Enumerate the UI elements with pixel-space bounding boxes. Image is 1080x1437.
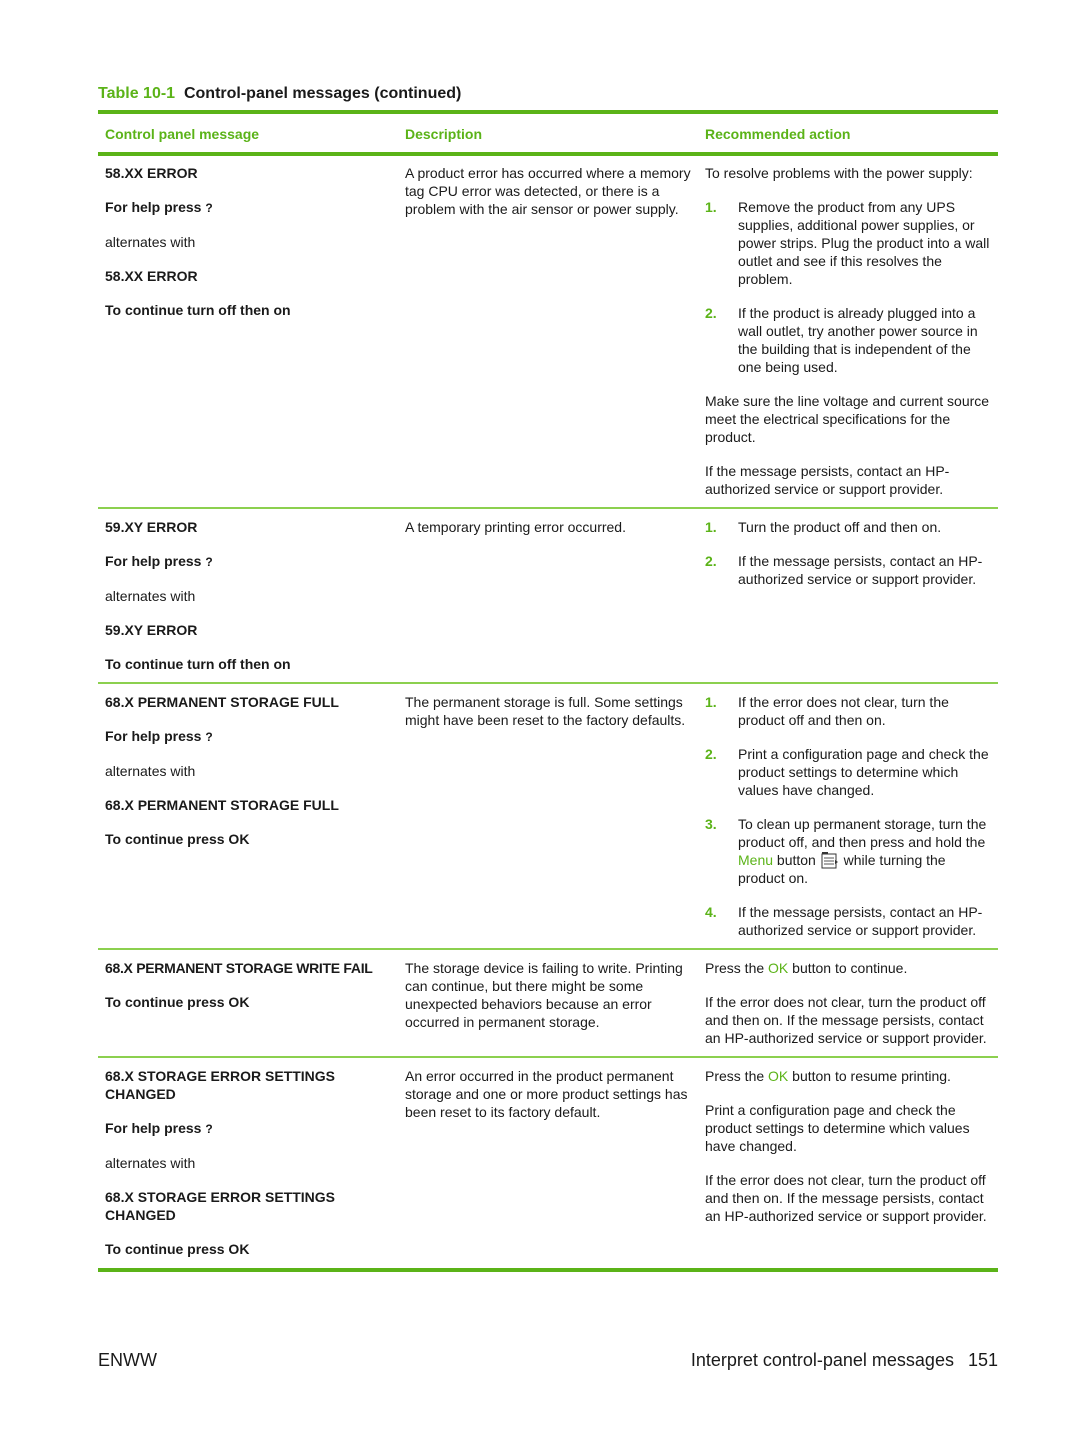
table-row: 59.XY ERROR For help press ? alternates … — [98, 507, 998, 683]
message-line: To continue turn off then on — [105, 302, 291, 318]
message-cell: 59.XY ERROR For help press ? alternates … — [98, 507, 398, 683]
message-line: 59.XY ERROR — [105, 519, 198, 535]
description-cell: An error occurred in the product permane… — [398, 1056, 698, 1272]
message-line: To continue press OK — [105, 1241, 250, 1257]
action-step: 2. Print a configuration page and check t… — [705, 746, 989, 798]
table-row: 58.XX ERROR For help press ? alternates … — [98, 154, 998, 508]
footer-section: Interpret control-panel messages 151 — [691, 1350, 998, 1371]
message-line: 59.XY ERROR — [105, 622, 198, 638]
message-line: To continue press OK — [105, 831, 250, 847]
action-paragraph: If the error does not clear, turn the pr… — [705, 994, 987, 1046]
table-title: Control-panel messages (continued) — [183, 85, 462, 102]
help-key-icon: ? — [205, 730, 213, 744]
message-line: 68.X PERMANENT STORAGE FULL — [105, 797, 339, 813]
table-row: 68.X PERMANENT STORAGE FULL For help pre… — [98, 682, 998, 949]
action-paragraph: If the message persists, contact an HP-a… — [705, 463, 950, 497]
column-header-message: Control panel message — [98, 110, 398, 156]
message-line: alternates with — [105, 1155, 196, 1171]
action-step: 2. If the product is already plugged into… — [705, 305, 978, 375]
action-steps: 1. Turn the product off and then on. 2. If… — [705, 518, 991, 588]
message-line: alternates with — [105, 763, 196, 779]
action-cell: 1. If the error does not clear, turn the … — [698, 682, 998, 949]
description-cell: The permanent storage is full. Some sett… — [398, 682, 698, 949]
description-cell: A product error has occurred where a mem… — [405, 165, 691, 217]
action-step: 1. Remove the product from any UPS suppli… — [705, 199, 990, 287]
help-key-icon: ? — [205, 201, 213, 215]
action-steps: 1. If the error does not clear, turn the … — [705, 693, 991, 939]
document-page: Table 10-1 Control-panel messages (conti… — [98, 84, 998, 1272]
message-line: alternates with — [105, 588, 196, 604]
action-paragraph: Make sure the line voltage and current s… — [705, 393, 990, 445]
action-cell: Press the OK button to resume printing. … — [698, 1056, 998, 1272]
help-key-icon: ? — [205, 555, 213, 569]
page-number: 151 — [967, 1350, 998, 1370]
control-panel-messages-table: Control panel message Description Recomm… — [98, 110, 998, 1272]
action-paragraph: Print a configuration page and check the… — [705, 1102, 970, 1154]
message-line: For help press ? — [105, 1120, 213, 1136]
message-line: 68.X PERMANENT STORAGE FULL — [105, 694, 339, 710]
message-line: 68.X PERMANENT STORAGE WRITE FAIL — [105, 960, 373, 976]
description-cell: A temporary printing error occurred. — [398, 507, 698, 683]
ok-button-link[interactable]: OK — [768, 1068, 788, 1084]
message-line: For help press ? — [105, 553, 213, 569]
action-step: 1. If the error does not clear, turn the … — [705, 694, 949, 728]
footer-section-title: Interpret control-panel messages — [690, 1350, 954, 1370]
action-cell: To resolve problems with the power suppl… — [698, 154, 998, 508]
menu-button-icon — [821, 851, 839, 869]
description-cell: The storage device is failing to write. … — [398, 948, 698, 1057]
menu-button-link[interactable]: Menu — [738, 852, 773, 868]
action-paragraph: If the error does not clear, turn the pr… — [705, 1172, 987, 1224]
table-number: Table 10-1 — [98, 85, 176, 102]
action-step: 2. If the message persists, contact an HP… — [705, 553, 983, 587]
message-line: 58.XX ERROR — [105, 268, 198, 284]
action-cell: Press the OK button to continue. If the … — [698, 948, 998, 1057]
message-cell: 68.X PERMANENT STORAGE FULL For help pre… — [98, 682, 398, 949]
action-step: 4. If the message persists, contact an HP… — [705, 904, 983, 938]
message-line: For help press ? — [105, 199, 213, 215]
message-line: 68.X STORAGE ERROR SETTINGS CHANGED — [105, 1068, 336, 1102]
column-header-action: Recommended action — [698, 110, 998, 156]
action-cell: 1. Turn the product off and then on. 2. If… — [698, 507, 998, 683]
action-intro: To resolve problems with the power suppl… — [705, 165, 973, 181]
message-cell: 68.X STORAGE ERROR SETTINGS CHANGED For … — [98, 1056, 398, 1272]
action-paragraph: Press the OK button to continue. — [705, 960, 908, 976]
table-row: 68.X STORAGE ERROR SETTINGS CHANGED For … — [98, 1056, 998, 1272]
message-line: For help press ? — [105, 728, 213, 744]
table-row: 68.X PERMANENT STORAGE WRITE FAIL To con… — [98, 948, 998, 1057]
help-key-icon: ? — [205, 1122, 213, 1136]
message-line: alternates with — [105, 234, 196, 250]
message-line: 68.X STORAGE ERROR SETTINGS CHANGED — [105, 1189, 336, 1223]
action-paragraph: Press the OK button to resume printing. — [705, 1068, 951, 1084]
column-header-description: Description — [398, 110, 698, 156]
table-header-row: Control panel message Description Recomm… — [98, 110, 998, 156]
message-cell: 68.X PERMANENT STORAGE WRITE FAIL To con… — [98, 948, 398, 1057]
message-line: 58.XX ERROR — [105, 165, 198, 181]
action-step: 1. Turn the product off and then on. — [705, 519, 942, 535]
action-step: 3. To clean up permanent storage, turn th… — [705, 816, 987, 886]
ok-button-link[interactable]: OK — [768, 960, 788, 976]
message-cell: 58.XX ERROR For help press ? alternates … — [98, 154, 398, 508]
message-line: To continue press OK — [105, 994, 250, 1010]
message-line: To continue turn off then on — [105, 656, 291, 672]
footer-locale: ENWW — [98, 1350, 157, 1370]
table-caption: Table 10-1 Control-panel messages (conti… — [98, 84, 998, 104]
action-steps: 1. Remove the product from any UPS suppli… — [705, 198, 991, 376]
